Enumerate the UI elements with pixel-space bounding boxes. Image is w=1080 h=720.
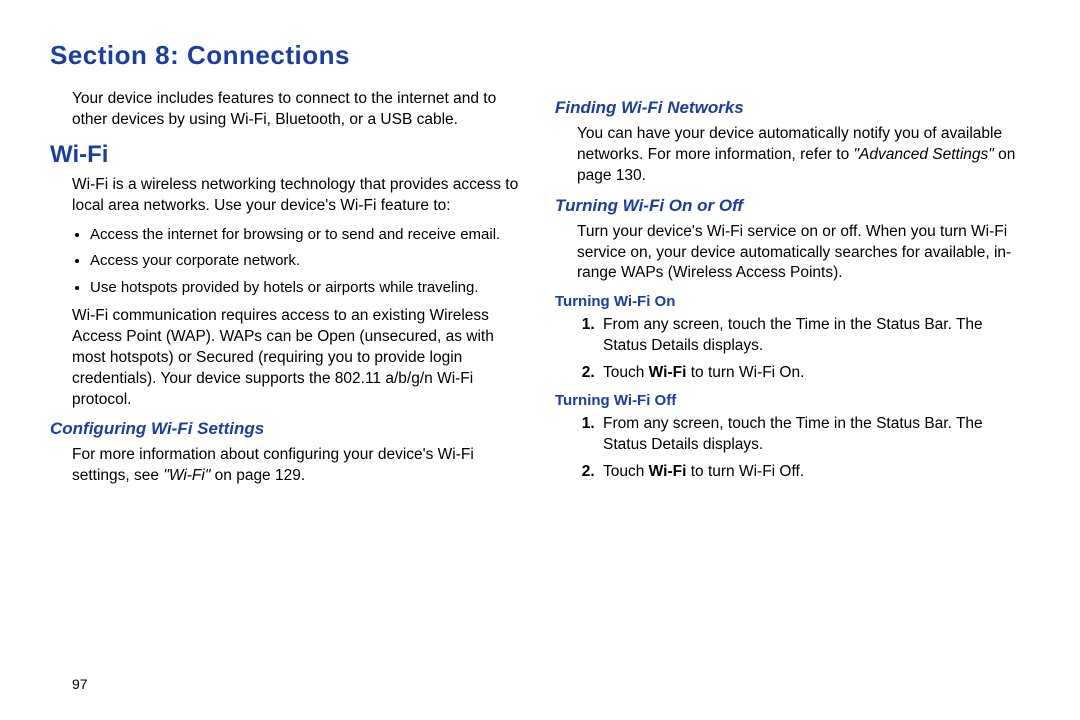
heading-turning-on: Turning Wi-Fi On (555, 292, 1030, 312)
steps-turning-off: From any screen, touch the Time in the S… (577, 414, 1030, 483)
ui-label: Wi-Fi (649, 463, 687, 480)
cross-reference: "Advanced Settings" (854, 146, 994, 163)
step-item: From any screen, touch the Time in the S… (599, 414, 1030, 456)
text: on page 129. (210, 467, 305, 484)
heading-wifi: Wi-Fi (50, 139, 525, 171)
intro-paragraph: Your device includes features to connect… (72, 89, 525, 131)
heading-turning-onoff: Turning Wi-Fi On or Off (555, 195, 1030, 218)
text: to turn Wi-Fi Off. (686, 463, 804, 480)
heading-configuring-wifi: Configuring Wi-Fi Settings (50, 418, 525, 441)
step-item: Touch Wi-Fi to turn Wi-Fi Off. (599, 462, 1030, 483)
text: to turn Wi-Fi On. (686, 364, 804, 381)
two-column-layout: Your device includes features to connect… (50, 89, 1030, 495)
manual-page: Section 8: Connections Your device inclu… (0, 0, 1080, 525)
finding-paragraph: You can have your device automatically n… (577, 124, 1030, 187)
wifi-feature-list: Access the internet for browsing or to s… (72, 225, 525, 298)
left-column: Your device includes features to connect… (50, 89, 525, 495)
ui-label: Wi-Fi (649, 364, 687, 381)
right-column: Finding Wi-Fi Networks You can have your… (555, 89, 1030, 495)
steps-turning-on: From any screen, touch the Time in the S… (577, 315, 1030, 384)
step-item: From any screen, touch the Time in the S… (599, 315, 1030, 357)
heading-turning-off: Turning Wi-Fi Off (555, 391, 1030, 411)
wifi-wap-paragraph: Wi-Fi communication requires access to a… (72, 306, 525, 411)
text: Touch (603, 463, 649, 480)
page-number: 97 (72, 676, 88, 692)
cross-reference: "Wi-Fi" (163, 467, 210, 484)
wifi-intro-paragraph: Wi-Fi is a wireless networking technolog… (72, 175, 525, 217)
list-item: Use hotspots provided by hotels or airpo… (90, 278, 525, 298)
config-paragraph: For more information about configuring y… (72, 445, 525, 487)
section-title: Section 8: Connections (50, 40, 1030, 71)
text: Touch (603, 364, 649, 381)
heading-finding-networks: Finding Wi-Fi Networks (555, 97, 1030, 120)
step-item: Touch Wi-Fi to turn Wi-Fi On. (599, 363, 1030, 384)
list-item: Access your corporate network. (90, 251, 525, 271)
onoff-paragraph: Turn your device's Wi-Fi service on or o… (577, 222, 1030, 285)
list-item: Access the internet for browsing or to s… (90, 225, 525, 245)
